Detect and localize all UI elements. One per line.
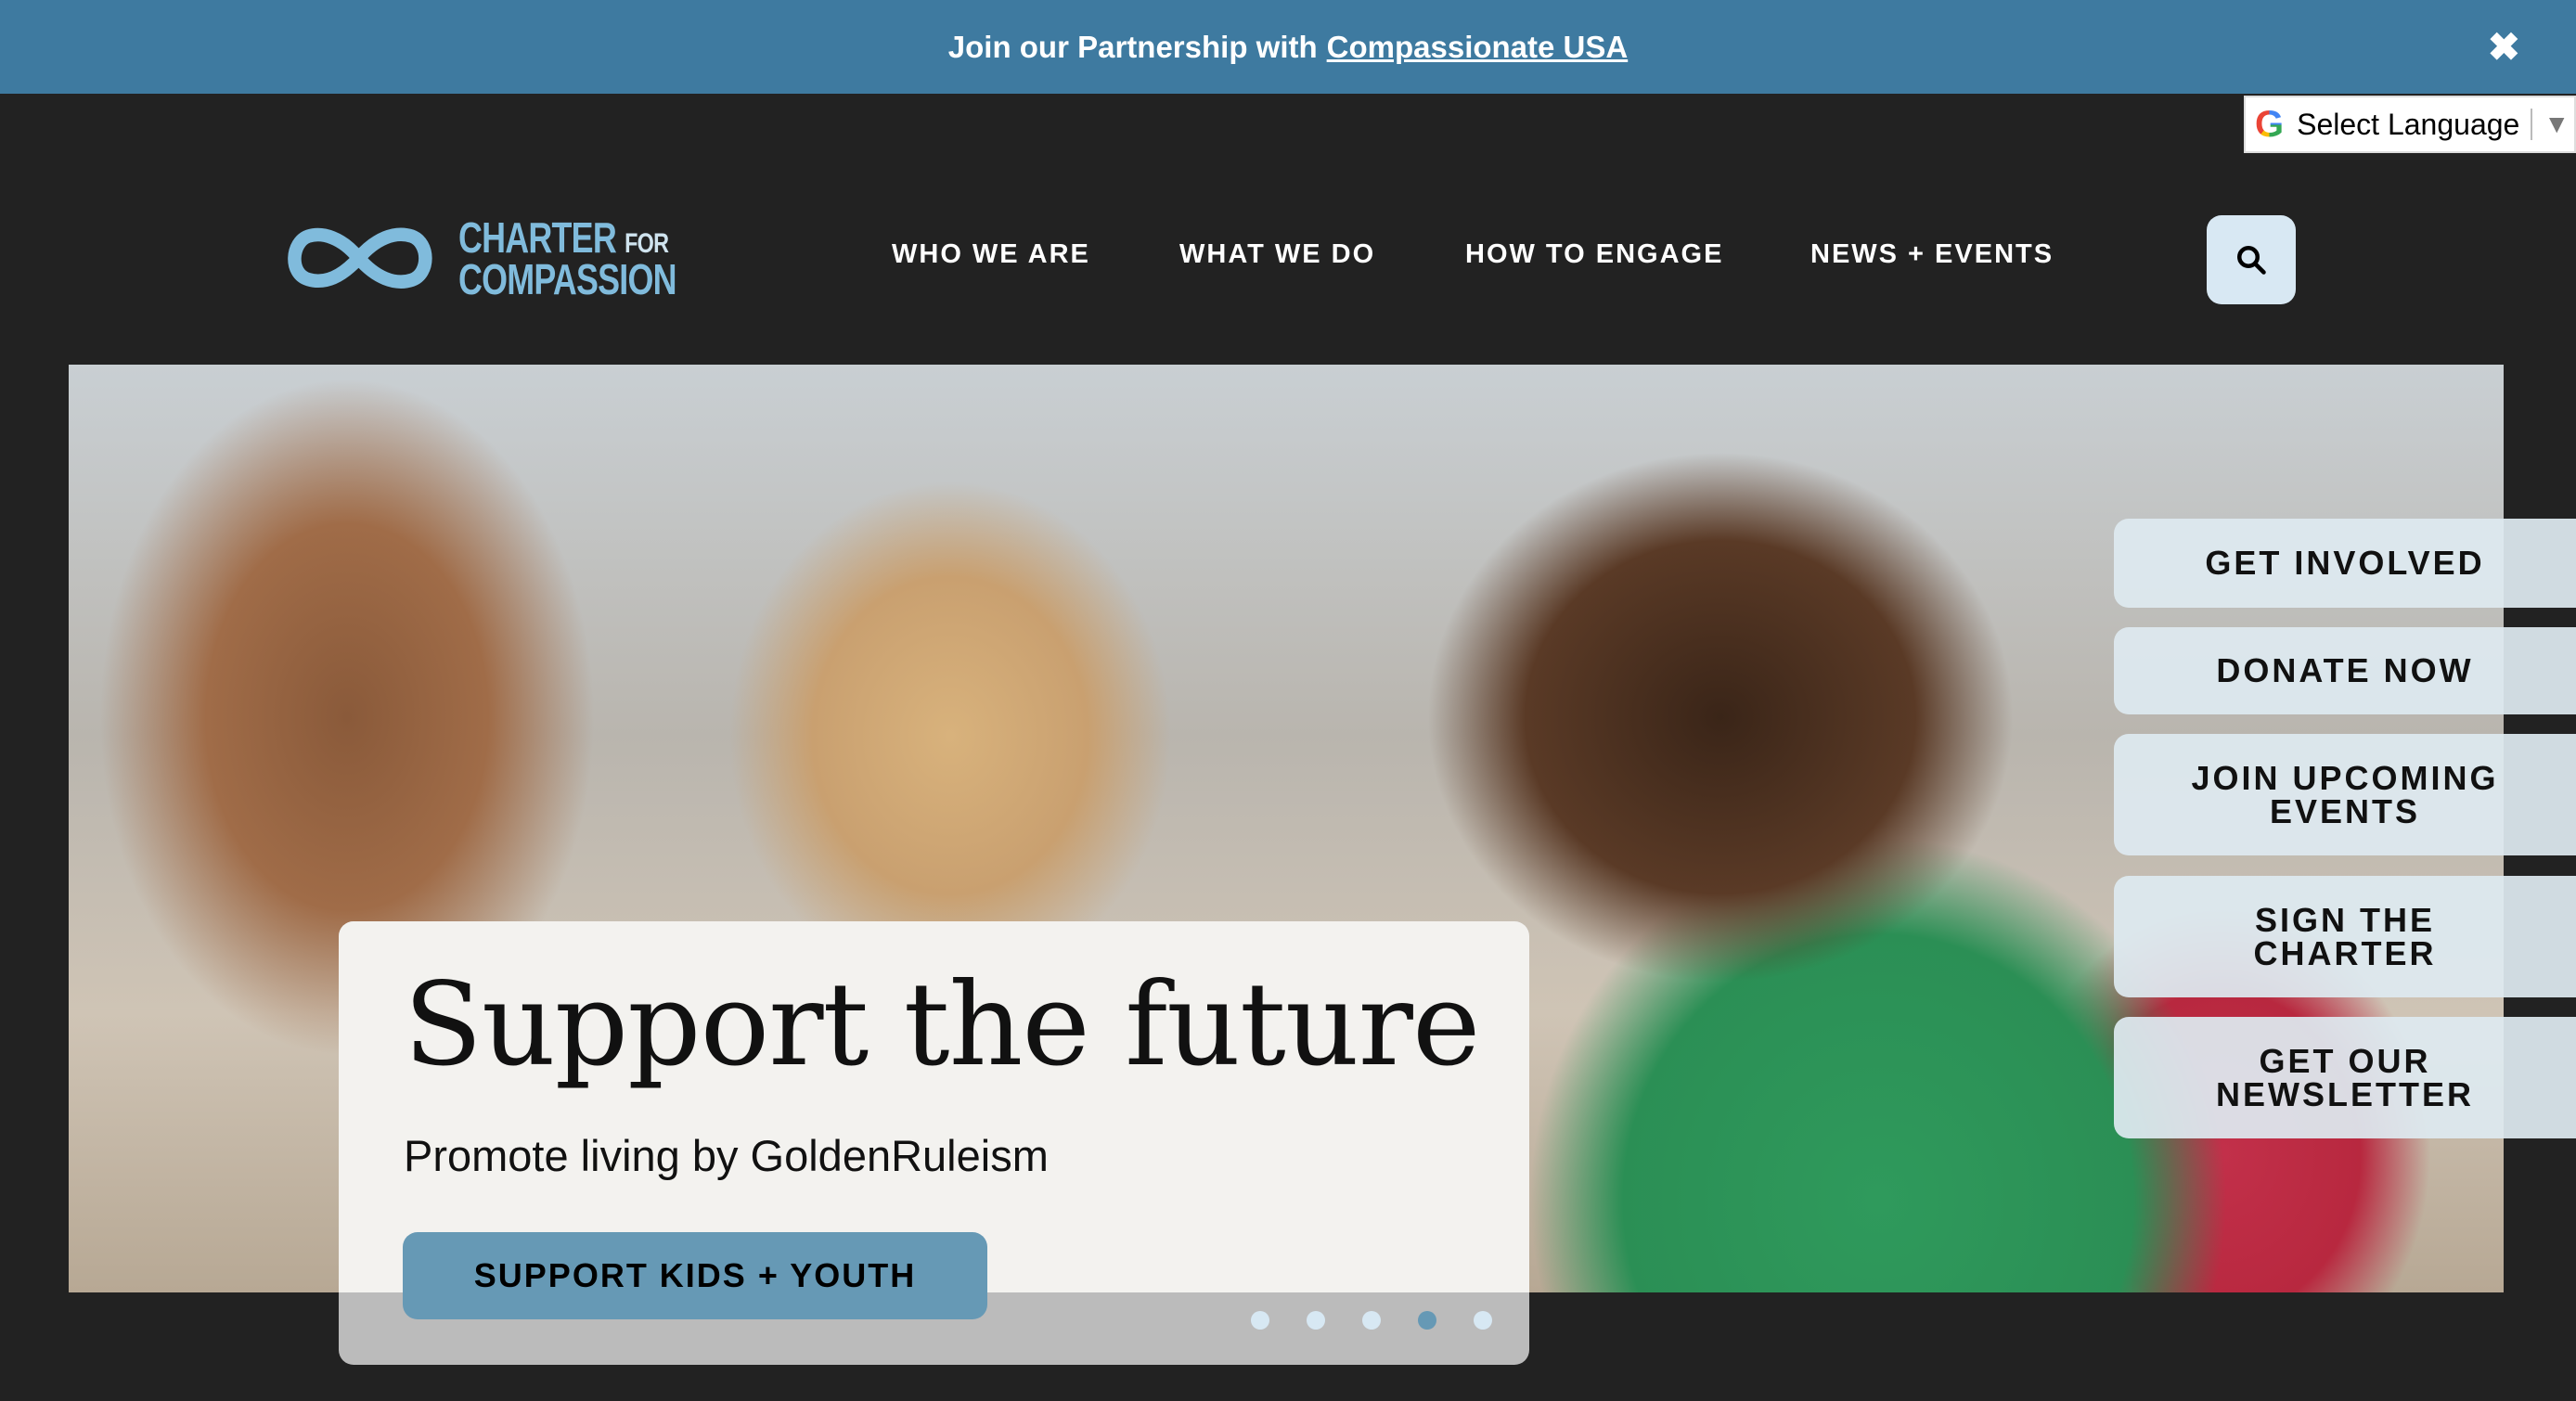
nav-news-events[interactable]: NEWS + EVENTS: [1810, 239, 2054, 270]
language-selector[interactable]: G Select Language ▼: [2244, 96, 2576, 153]
compassionate-usa-link[interactable]: Compassionate USA: [1327, 30, 1629, 65]
nav-who-we-are[interactable]: WHO WE ARE: [892, 239, 1090, 270]
search-icon: [2237, 246, 2266, 275]
nav-what-we-do[interactable]: WHAT WE DO: [1179, 239, 1375, 270]
infinity-logo-icon: [288, 227, 432, 289]
donate-now-button[interactable]: DONATE NOW: [2114, 627, 2576, 714]
sign-the-charter-button[interactable]: SIGN THE CHARTER: [2114, 876, 2576, 997]
nav-how-to-engage[interactable]: HOW TO ENGAGE: [1465, 239, 1723, 270]
carousel-dot[interactable]: [1474, 1311, 1492, 1330]
logo[interactable]: CHARTER FOR COMPASSION: [283, 205, 738, 312]
language-label: Select Language: [2297, 107, 2520, 141]
announcement-text: Join our Partnership with: [947, 29, 1318, 64]
close-icon[interactable]: ✖: [2488, 24, 2520, 70]
carousel-dot[interactable]: [1307, 1311, 1325, 1330]
get-involved-button[interactable]: GET INVOLVED: [2114, 519, 2576, 608]
carousel-dot[interactable]: [1251, 1311, 1269, 1330]
get-our-newsletter-button[interactable]: GET OUR NEWSLETTER: [2114, 1017, 2576, 1138]
dropdown-arrow-icon: ▼: [2544, 109, 2570, 138]
support-kids-youth-button[interactable]: SUPPORT KIDS + YOUTH: [403, 1232, 987, 1319]
join-upcoming-events-button[interactable]: JOIN UPCOMING EVENTS: [2114, 734, 2576, 855]
logo-text: CHARTER FOR COMPASSION: [458, 216, 677, 303]
announcement-bar: Join our Partnership with Compassionate …: [0, 0, 2576, 94]
search-button[interactable]: [2207, 215, 2296, 304]
hero-subtitle: Promote living by GoldenRuleism: [404, 1131, 1049, 1180]
google-icon: G: [2255, 103, 2285, 145]
hero-caption-card: Support the future Promote living by Gol…: [339, 921, 1529, 1365]
hero-title: Support the future: [404, 958, 1480, 1092]
carousel-dot[interactable]: [1362, 1311, 1381, 1330]
carousel-dot-active[interactable]: [1418, 1311, 1436, 1330]
divider: [2531, 109, 2533, 140]
logo-line2: COMPASSION: [458, 255, 677, 303]
